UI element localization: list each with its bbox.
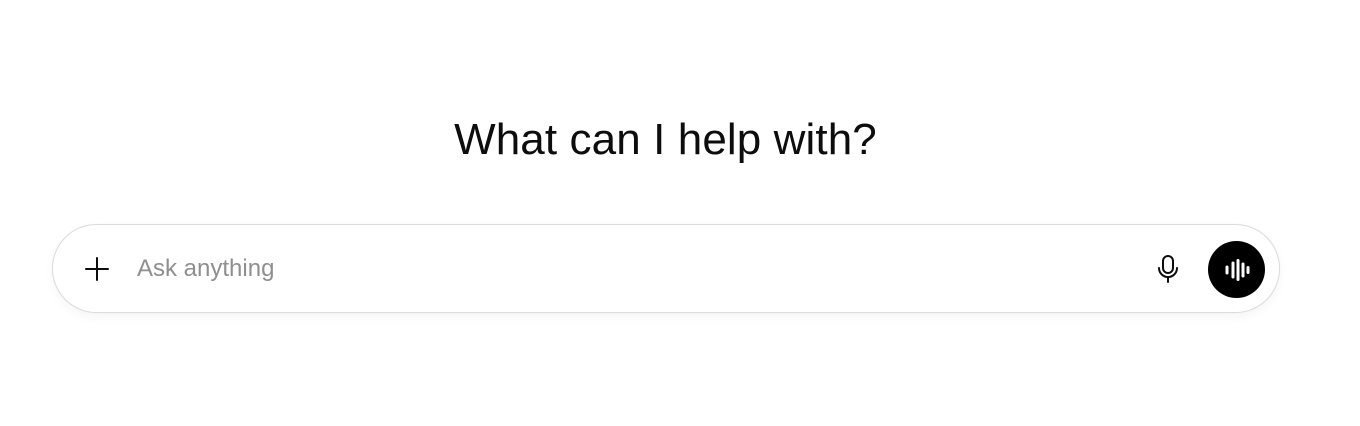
prompt-composer: [52, 224, 1280, 313]
prompt-input[interactable]: [137, 247, 1117, 291]
microphone-icon: [1158, 255, 1178, 283]
voice-waveform-icon: [1225, 258, 1249, 281]
plus-icon: [85, 257, 109, 281]
page-title: What can I help with?: [454, 115, 877, 164]
add-attachment-button[interactable]: [77, 249, 117, 289]
chat-home-page: What can I help with?: [0, 0, 1360, 426]
dictate-button[interactable]: [1148, 249, 1188, 289]
voice-mode-button[interactable]: [1208, 241, 1265, 298]
